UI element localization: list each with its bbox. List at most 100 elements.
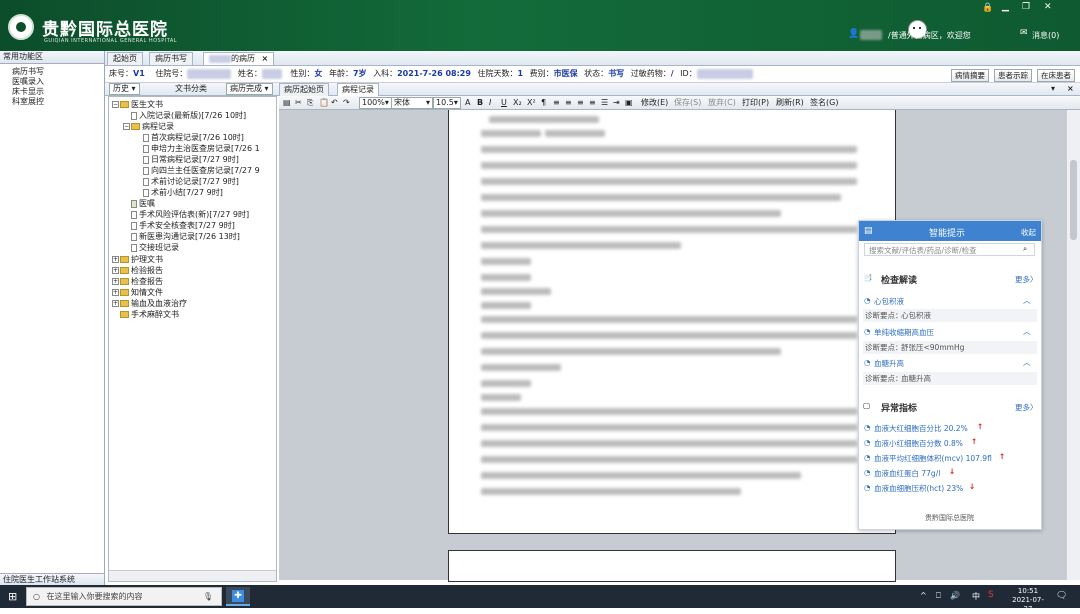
scroll-thumb[interactable] bbox=[1070, 160, 1077, 240]
tree-node-course[interactable]: − 病程记录 bbox=[123, 121, 174, 132]
sidebar-item-order-entry[interactable]: 医嘱录入 bbox=[0, 77, 104, 87]
collapse-icon[interactable]: − bbox=[123, 123, 130, 130]
subscript-icon[interactable]: X₂ bbox=[513, 96, 522, 109]
abnormal-item[interactable]: 血液小红细胞百分数 0.8% bbox=[874, 438, 963, 449]
print-button[interactable]: 打印(P) bbox=[742, 96, 769, 109]
taskbar-clock[interactable]: 10:51 2021-07-27 bbox=[1008, 587, 1048, 614]
expand-icon[interactable]: + bbox=[112, 256, 119, 263]
font-size-select[interactable]: 10.5▾ bbox=[433, 97, 461, 109]
tree-node-folder[interactable]: + 知情文件 bbox=[112, 287, 163, 298]
expand-icon[interactable]: + bbox=[112, 289, 119, 296]
exam-item-name[interactable]: 单纯收缩期高血压 bbox=[874, 327, 934, 338]
chevron-up-icon[interactable]: ︿ bbox=[1023, 357, 1031, 368]
copy-icon[interactable]: ⎘ bbox=[307, 96, 313, 109]
tree-node-form[interactable]: 手术风险评估表(新)[7/27 9时] bbox=[131, 209, 249, 220]
tab-course-record[interactable]: 病程记录 bbox=[337, 83, 379, 97]
tree-node-folder[interactable]: + 输血及血液治疗 bbox=[112, 298, 187, 309]
tree-node-course-item[interactable]: 首次病程记录[7/26 10时] bbox=[143, 132, 244, 143]
tree-node-course-item[interactable]: 日常病程记录[7/27 9时] bbox=[143, 154, 239, 165]
cut-icon[interactable]: ✂ bbox=[295, 96, 302, 109]
document-page-2[interactable] bbox=[448, 550, 896, 582]
refresh-button[interactable]: 刷新(R) bbox=[776, 96, 804, 109]
ime-indicator[interactable]: 中 bbox=[972, 591, 980, 602]
maximize-icon[interactable]: ❐ bbox=[1022, 2, 1030, 12]
expand-icon[interactable]: + bbox=[112, 278, 119, 285]
close-icon[interactable]: ✕ bbox=[1044, 2, 1052, 12]
history-dropdown[interactable]: 历史 ▾ bbox=[109, 83, 140, 95]
tree-node-folder[interactable]: 手术麻醉文书 bbox=[120, 309, 179, 320]
messages-link[interactable]: 消息(0) bbox=[1032, 30, 1059, 41]
chevron-up-icon[interactable]: ︿ bbox=[1023, 326, 1031, 337]
in-bed-patients-button[interactable]: 在床患者 bbox=[1037, 69, 1075, 82]
font-color-icon[interactable]: A bbox=[465, 96, 470, 109]
tab-record-write[interactable]: 病历书写 bbox=[149, 52, 193, 65]
patient-trace-button[interactable]: 患者示踪 bbox=[994, 69, 1032, 82]
taskbar-app-medical[interactable]: ✚ bbox=[226, 587, 250, 606]
tab-patient-record[interactable]: 的病历 × bbox=[203, 52, 275, 65]
microphone-icon[interactable]: 🎙 bbox=[203, 588, 213, 605]
collapse-button[interactable]: 收起 bbox=[1021, 227, 1036, 238]
tree-node-course-item[interactable]: 术前讨论记录[7/27 9时] bbox=[143, 176, 239, 187]
tree-node-orders[interactable]: 医嘱 bbox=[131, 198, 155, 209]
notification-icon[interactable]: 🗨 bbox=[1056, 591, 1067, 601]
panel-menu-icon[interactable]: ▤ bbox=[864, 226, 873, 236]
lock-icon[interactable]: 🔒 bbox=[982, 3, 993, 13]
sidebar-item-record-write[interactable]: 病历书写 bbox=[0, 67, 104, 77]
minimize-icon[interactable]: ▁ bbox=[1002, 2, 1009, 12]
tree-node-admission[interactable]: 入院记录(最新版)[7/26 10时] bbox=[131, 110, 246, 121]
tree-horizontal-scrollbar[interactable] bbox=[109, 570, 276, 581]
paste-icon[interactable]: 📋 bbox=[319, 96, 329, 109]
tree-node-folder[interactable]: + 护理文书 bbox=[112, 254, 163, 265]
document-page[interactable] bbox=[448, 110, 896, 534]
condition-summary-button[interactable]: 病情摘要 bbox=[951, 69, 989, 82]
tree-node-form[interactable]: 新医患沟通记录[7/26 13时] bbox=[131, 231, 240, 242]
exam-item-name[interactable]: 心包积液 bbox=[874, 296, 904, 307]
font-select[interactable]: 宋体 ▾ bbox=[391, 97, 433, 109]
tree-node-folder[interactable]: + 检查报告 bbox=[112, 276, 163, 287]
tab-record-start-page[interactable]: 病历起始页 bbox=[279, 83, 329, 97]
exam-item-name[interactable]: 血糖升高 bbox=[874, 358, 904, 369]
redo-icon[interactable]: ↷ bbox=[343, 96, 350, 109]
tab-start[interactable]: 起始页 bbox=[107, 52, 143, 65]
smart-search-input[interactable]: 搜索文献/评估表/药品/诊断/检查 ⌕ bbox=[864, 243, 1035, 256]
tree-node-course-item[interactable]: 向四兰主任医查房记录[7/27 9 bbox=[143, 165, 260, 176]
underline-icon[interactable]: U bbox=[501, 96, 507, 109]
italic-icon[interactable]: I bbox=[489, 96, 491, 109]
tray-chevron-up-icon[interactable]: ^ bbox=[920, 591, 927, 600]
abnormal-item[interactable]: 血液血细胞压积(hct) 23% bbox=[874, 483, 963, 494]
network-icon[interactable]: ⎕ bbox=[936, 591, 941, 601]
discard-button[interactable]: 放弃(C) bbox=[708, 96, 736, 109]
collapse-icon[interactable]: − bbox=[112, 101, 119, 108]
superscript-icon[interactable]: X² bbox=[527, 96, 536, 109]
dropdown-arrow-icon[interactable]: ▾ bbox=[1051, 83, 1055, 95]
list-icon[interactable]: ☰ bbox=[601, 96, 608, 109]
align-right-icon[interactable]: ≡ bbox=[577, 96, 584, 109]
volume-icon[interactable]: 🔊 bbox=[950, 591, 960, 600]
tree-node-handover[interactable]: 交接班记录 bbox=[131, 242, 179, 253]
tree-node-folder[interactable]: + 检验报告 bbox=[112, 265, 163, 276]
taskbar-search-input[interactable]: ○ 在这里输入你要搜索的内容 🎙 bbox=[26, 587, 222, 606]
bold-icon[interactable]: B bbox=[477, 96, 483, 109]
abnormal-item[interactable]: 血液血红蛋白 77g/l bbox=[874, 468, 940, 479]
tree-node-form[interactable]: 手术安全核查表[7/27 9时] bbox=[131, 220, 235, 231]
tree-node-doctor-docs[interactable]: − 医生文书 bbox=[112, 99, 163, 110]
tree-node-course-item[interactable]: 术前小结[7/27 9时] bbox=[143, 187, 223, 198]
more-link-2[interactable]: 更多〉 bbox=[1015, 402, 1038, 413]
search-icon[interactable]: ⌕ bbox=[1023, 244, 1027, 254]
record-complete-dropdown[interactable]: 病历完成 ▾ bbox=[226, 83, 273, 95]
edit-button[interactable]: 修改(E) bbox=[641, 96, 668, 109]
indent-icon[interactable]: ⇥ bbox=[613, 96, 620, 109]
sign-button[interactable]: 签名(G) bbox=[810, 96, 838, 109]
zoom-select[interactable]: 100%▾ bbox=[359, 97, 392, 109]
windows-start-icon[interactable]: ⊞ bbox=[8, 590, 17, 603]
justify-icon[interactable]: ≡ bbox=[589, 96, 596, 109]
antivirus-icon[interactable]: S bbox=[988, 590, 994, 600]
more-link-1[interactable]: 更多〉 bbox=[1015, 274, 1038, 285]
undo-icon[interactable]: ↶ bbox=[331, 96, 338, 109]
tab-close-icon[interactable]: × bbox=[262, 54, 269, 63]
expand-icon[interactable]: + bbox=[112, 300, 119, 307]
sidebar-item-bed-card[interactable]: 床卡显示 bbox=[0, 87, 104, 97]
sidebar-item-dept-control[interactable]: 科室展控 bbox=[0, 97, 104, 107]
align-left-icon[interactable]: ≡ bbox=[553, 96, 560, 109]
image-icon[interactable]: ▣ bbox=[625, 96, 633, 109]
